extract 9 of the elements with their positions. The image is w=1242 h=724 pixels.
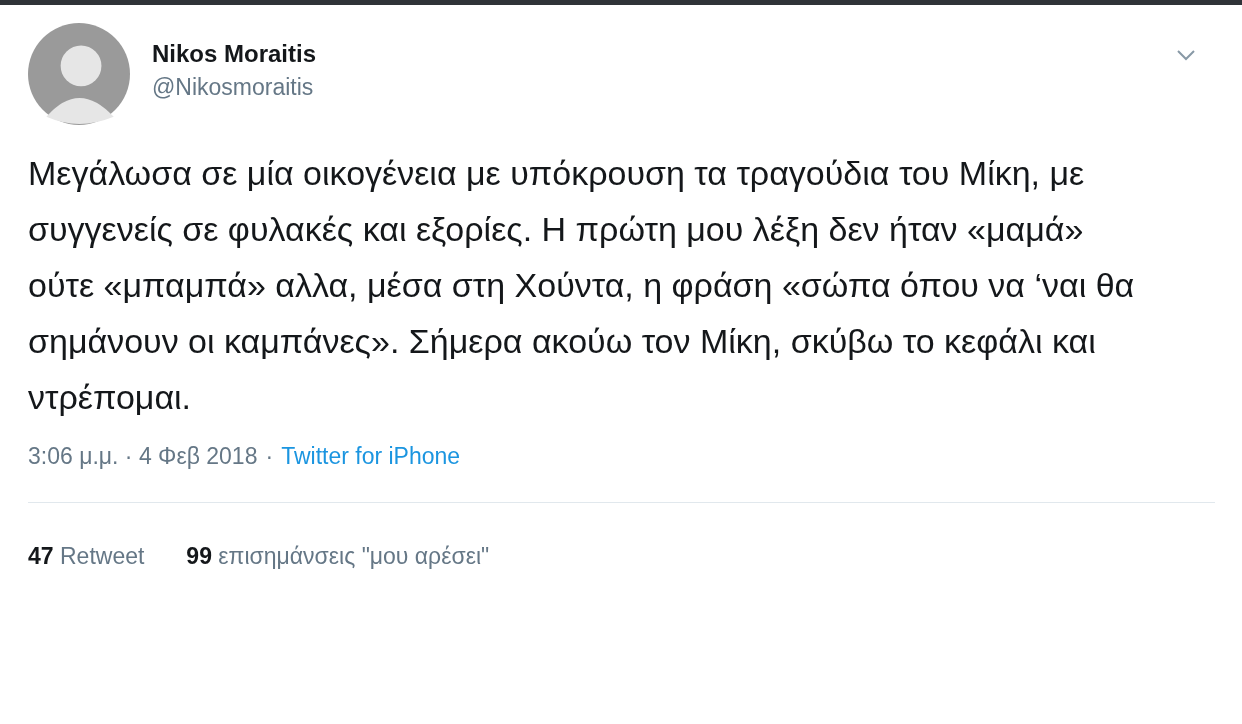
- stat-link[interactable]: 47 Retweet: [28, 543, 145, 570]
- avatar[interactable]: [28, 23, 130, 125]
- separator-dot: ·: [265, 443, 274, 470]
- tweet-timestamp[interactable]: 3:06 μ.μ. · 4 Φεβ 2018: [28, 443, 258, 470]
- chevron-down-icon[interactable]: [1176, 49, 1196, 61]
- author-handle[interactable]: @Nikosmoraitis: [152, 73, 317, 101]
- tweet-text: Μεγάλωσα σε μία οικογένεια με υπόκρουση τα τραγούδια του Μίκη, με συγγενείς σε φυλακές και εξορίες. Η πρώτη μου λέξη δεν ήταν «μαμά» ούτε «μπαμπά» αλλα, μέσα στη Χούντα, η φράση «σώπα όπου να ‘ναι θα σημάνουν οι καμπάνες». Σήμερα ακούω τον Μίκη, σκύβω το κεφάλι και ντρέπομαι.: [28, 153, 1136, 418]
- stat-link[interactable]: 99 επισημάνσεις "μου αρέσει": [186, 543, 490, 570]
- author-name[interactable]: Nikos Moraitis: [152, 39, 317, 68]
